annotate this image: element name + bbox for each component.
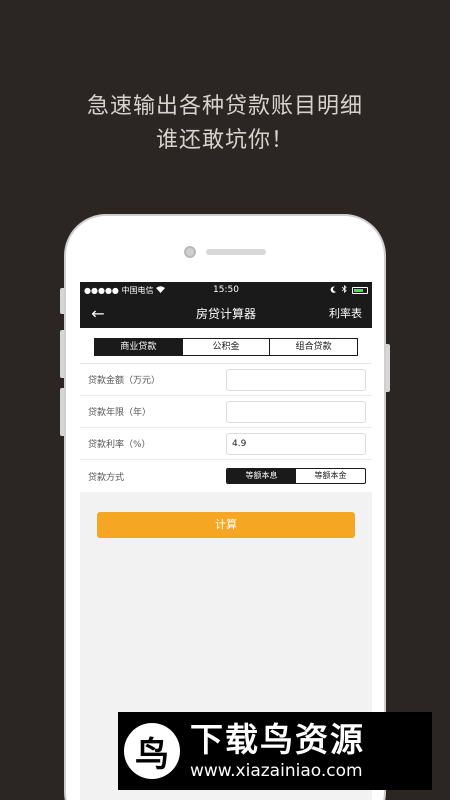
speaker-grille <box>206 249 266 255</box>
rate-table-button[interactable]: 利率表 <box>329 305 372 321</box>
loan-type-tabs-container: 商业贷款 公积金 组合贷款 <box>80 328 372 364</box>
loan-amount-row: 贷款金额（万元） <box>80 364 372 396</box>
loan-method-segment: 等额本息 等额本金 <box>226 468 366 484</box>
camera-icon <box>184 246 196 258</box>
watermark-logo: 鸟 <box>124 723 180 779</box>
status-time: 15:50 <box>213 285 239 295</box>
equal-installment-option[interactable]: 等额本息 <box>227 469 296 483</box>
watermark-title: 下载鸟资源 <box>190 720 365 759</box>
tab-commercial-loan[interactable]: 商业贷款 <box>95 339 182 355</box>
loan-rate-input[interactable] <box>226 432 366 455</box>
watermark-url: www.xiazainiao.com <box>190 761 363 781</box>
promo-heading: 急速输出各种贷款账目明细 谁还敢坑你！ <box>0 90 450 158</box>
loan-rate-label: 贷款利率（%） <box>88 440 151 450</box>
loan-term-input[interactable] <box>226 400 366 423</box>
loan-term-row: 贷款年限（年） <box>80 396 372 428</box>
tab-combined-loan[interactable]: 组合贷款 <box>269 339 357 355</box>
calculate-button[interactable]: 计算 <box>97 512 355 538</box>
watermark-text: 下载鸟资源 www.xiazainiao.com <box>190 720 365 782</box>
loan-method-label: 贷款方式 <box>88 472 125 483</box>
nav-bar: ← 房贷计算器 利率表 <box>80 298 372 328</box>
loan-term-label: 贷款年限（年） <box>88 408 152 418</box>
loan-form: 贷款金额（万元） 贷款年限（年） 贷款利率（%） 贷款方式 等额本息 等额本金 <box>80 364 372 492</box>
promo-line-2: 谁还敢坑你！ <box>155 128 294 153</box>
battery-icon <box>352 286 368 294</box>
loan-amount-label: 贷款金额（万元） <box>88 376 161 386</box>
loan-rate-row: 贷款利率（%） <box>80 428 372 460</box>
loan-method-row: 贷款方式 等额本息 等额本金 <box>80 460 372 492</box>
tab-housing-fund[interactable]: 公积金 <box>181 339 270 355</box>
status-bar: ●●●●● 中国电信 15:50 <box>80 282 372 298</box>
loan-type-tabs: 商业贷款 公积金 组合贷款 <box>94 338 358 356</box>
promo-line-1: 急速输出各种贷款账目明细 <box>86 94 363 119</box>
bird-logo-icon: 鸟 <box>135 734 169 775</box>
back-button[interactable]: ← <box>80 304 116 323</box>
watermark-banner: 鸟 下载鸟资源 www.xiazainiao.com <box>118 712 432 790</box>
equal-principal-option[interactable]: 等额本金 <box>296 469 365 483</box>
arrow-left-icon: ← <box>91 303 105 323</box>
loan-amount-input[interactable] <box>226 368 366 391</box>
